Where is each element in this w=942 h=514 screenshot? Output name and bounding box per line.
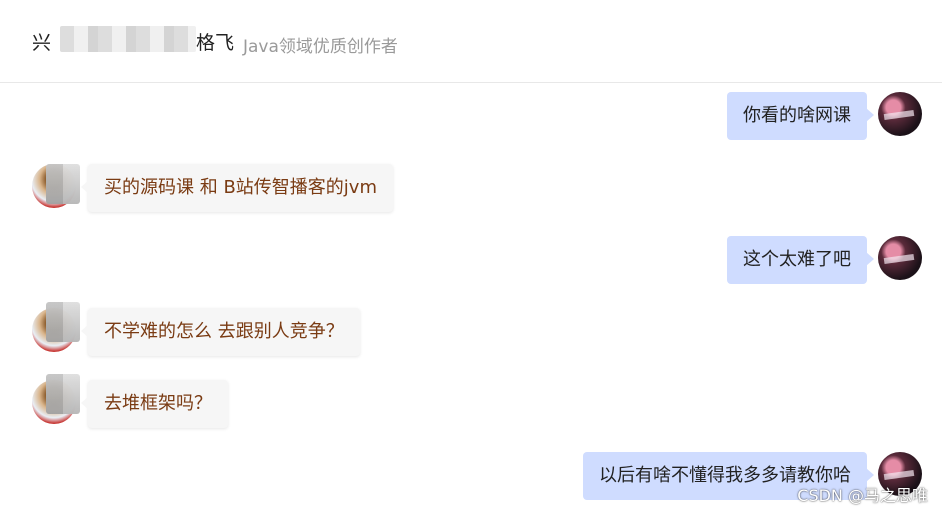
message-text: 不学难的怎么 去跟别人竞争？ bbox=[104, 321, 344, 342]
message-row: 去堆框架吗？ bbox=[0, 374, 942, 436]
message-bubble-received[interactable]: 不学难的怎么 去跟别人竞争？ bbox=[81, 308, 360, 356]
contact-name-prefix: 兴 bbox=[32, 32, 52, 54]
csdn-watermark: CSDN @马之思唯 bbox=[797, 486, 928, 505]
message-bubble-received[interactable]: 去堆框架吗？ bbox=[81, 380, 228, 428]
avatar-mosaic bbox=[46, 164, 80, 204]
contact-name-suffix: 格飞 bbox=[196, 32, 235, 54]
avatar-mosaic bbox=[46, 374, 80, 414]
message-text: 去堆框架吗？ bbox=[104, 393, 212, 414]
message-bubble-sent[interactable]: 你看的啥网课 bbox=[727, 92, 874, 140]
chat-header: 兴 格飞 Java领域优质创作者 bbox=[0, 0, 942, 83]
message-text: 你看的啥网课 bbox=[743, 105, 851, 126]
message-row: 这个太难了吧 bbox=[0, 236, 942, 292]
blurred-name-mask bbox=[60, 26, 196, 52]
avatar-mosaic bbox=[46, 302, 80, 342]
message-bubble-received[interactable]: 买的源码课 和 B站传智播客的jvm bbox=[81, 164, 393, 212]
message-row: 买的源码课 和 B站传智播客的jvm bbox=[0, 164, 942, 220]
message-text: 买的源码课 和 B站传智播客的jvm bbox=[104, 177, 377, 198]
my-avatar[interactable] bbox=[878, 236, 922, 280]
my-avatar[interactable] bbox=[878, 92, 922, 136]
message-row: 不学难的怎么 去跟别人竞争？ bbox=[0, 302, 942, 364]
message-text: 这个太难了吧 bbox=[743, 249, 851, 270]
message-bubble-sent[interactable]: 这个太难了吧 bbox=[727, 236, 874, 284]
contact-title: Java领域优质创作者 bbox=[243, 37, 398, 57]
message-row: 你看的啥网课 bbox=[0, 92, 942, 148]
